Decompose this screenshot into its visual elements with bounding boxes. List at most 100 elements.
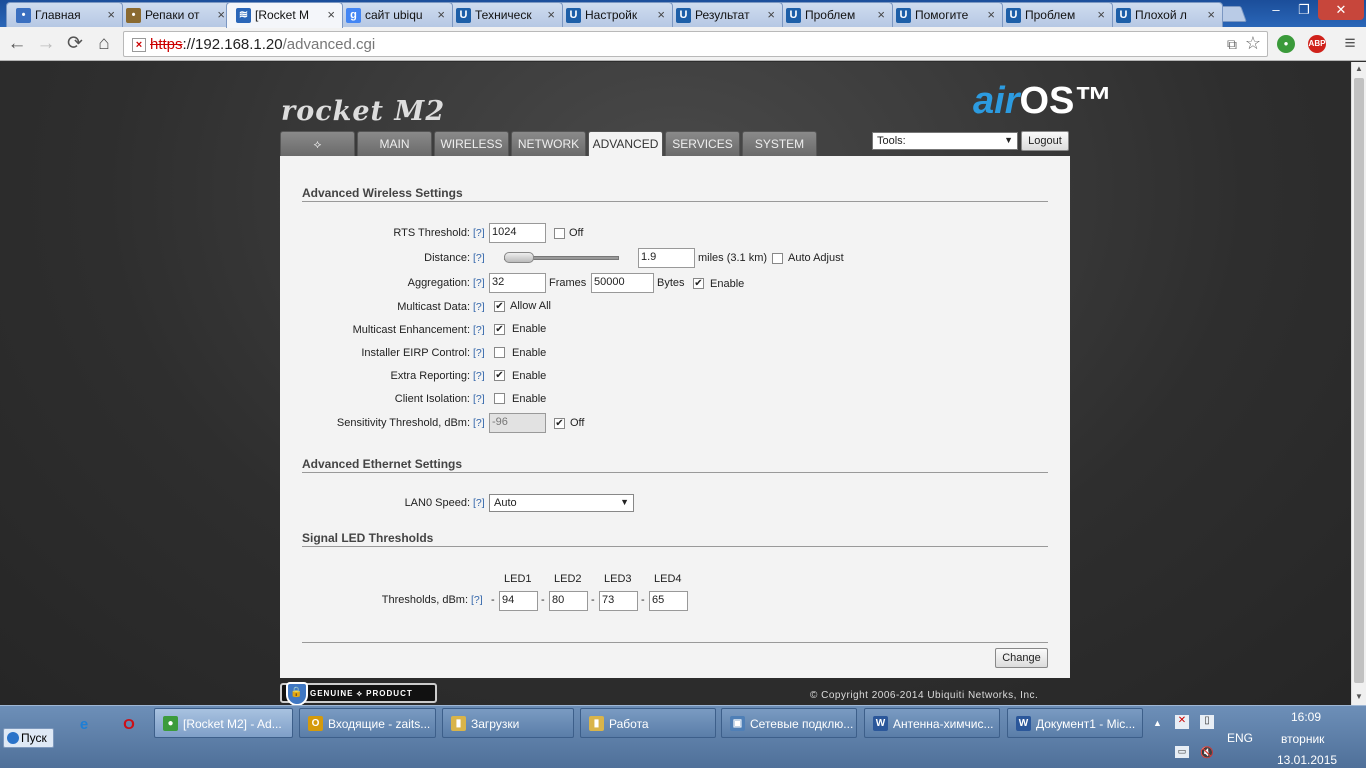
ie-icon[interactable]: e bbox=[74, 715, 94, 735]
browser-tab[interactable]: • Репаки от × bbox=[116, 2, 233, 27]
close-tab-icon[interactable]: × bbox=[547, 7, 555, 22]
usb-device-icon[interactable]: ▯ bbox=[1200, 715, 1214, 729]
browser-tab[interactable]: ≋ [Rocket M × bbox=[226, 2, 343, 28]
reload-button[interactable]: ⟳ bbox=[63, 32, 87, 56]
browser-tab[interactable]: U Результат × bbox=[666, 2, 783, 27]
scrollbar-thumb[interactable] bbox=[1354, 78, 1364, 683]
opera-icon[interactable]: O bbox=[119, 715, 139, 735]
help-link[interactable]: [?] bbox=[473, 227, 485, 239]
scroll-down-icon[interactable]: ▼ bbox=[1355, 692, 1363, 701]
help-link[interactable]: [?] bbox=[473, 252, 485, 264]
help-link[interactable]: [?] bbox=[473, 324, 485, 336]
taskbar-item[interactable]: ▣ Сетевые подклю... bbox=[721, 708, 857, 738]
nav-tab-services[interactable]: SERVICES bbox=[665, 131, 740, 156]
start-button[interactable]: Пуск bbox=[3, 728, 54, 748]
minimize-button[interactable]: – bbox=[1262, 0, 1290, 20]
extension-icon[interactable]: ● bbox=[1277, 35, 1295, 53]
browser-tab[interactable]: U Помогите × bbox=[886, 2, 1003, 27]
ubiquiti-logo-icon[interactable]: ⟡ bbox=[280, 131, 355, 156]
rts-off-checkbox[interactable] bbox=[554, 228, 565, 239]
nav-tab-advanced[interactable]: ADVANCED bbox=[588, 131, 663, 157]
maximize-button[interactable]: ❐ bbox=[1290, 0, 1318, 20]
aggregation-enable-checkbox[interactable]: ✔ bbox=[693, 278, 704, 289]
installer-eirp-checkbox[interactable] bbox=[494, 347, 505, 358]
home-button[interactable]: ⌂ bbox=[92, 32, 116, 56]
url-text[interactable]: https://192.168.1.20/advanced.cgi bbox=[150, 36, 375, 53]
close-tab-icon[interactable]: × bbox=[107, 7, 115, 22]
help-link[interactable]: [?] bbox=[473, 497, 485, 509]
close-tab-icon[interactable]: × bbox=[217, 7, 225, 22]
distance-input[interactable]: 1.9 bbox=[638, 248, 695, 268]
led3-input[interactable]: 73 bbox=[599, 591, 638, 611]
multicast-allow-all-checkbox[interactable]: ✔ bbox=[494, 301, 505, 312]
close-tab-icon[interactable]: × bbox=[657, 7, 665, 22]
address-bar[interactable]: × https://192.168.1.20/advanced.cgi ⧉ ☆ bbox=[123, 31, 1268, 57]
help-link[interactable]: [?] bbox=[473, 277, 485, 289]
chrome-menu-button[interactable]: ≡ bbox=[1338, 32, 1362, 56]
volume-muted-icon[interactable]: 🔇 bbox=[1200, 746, 1214, 759]
help-link[interactable]: [?] bbox=[473, 301, 485, 313]
back-button[interactable]: ← bbox=[5, 32, 29, 56]
translate-icon[interactable]: ⧉ bbox=[1227, 36, 1237, 53]
taskbar-item[interactable]: ▮ Работа bbox=[580, 708, 716, 738]
taskbar-item[interactable]: О Входящие - zaits... bbox=[299, 708, 436, 738]
help-link[interactable]: [?] bbox=[473, 393, 485, 405]
browser-tab[interactable]: U Техническ × bbox=[446, 2, 563, 27]
browser-tab[interactable]: g сайт ubiqu × bbox=[336, 2, 453, 27]
close-tab-icon[interactable]: × bbox=[1097, 7, 1105, 22]
vertical-scrollbar[interactable]: ▲ ▼ bbox=[1351, 62, 1366, 705]
sensitivity-off-checkbox[interactable]: ✔ bbox=[554, 418, 565, 429]
nav-tab-network[interactable]: NETWORK bbox=[511, 131, 586, 156]
change-button[interactable]: Change bbox=[995, 648, 1048, 668]
taskbar-item[interactable]: ● [Rocket M2] - Ad... bbox=[154, 708, 293, 738]
close-tab-icon[interactable]: × bbox=[877, 7, 885, 22]
close-window-button[interactable]: ✕ bbox=[1318, 0, 1364, 20]
client-isolation-checkbox[interactable] bbox=[494, 393, 505, 404]
close-tab-icon[interactable]: × bbox=[327, 7, 335, 22]
clock-time[interactable]: 16:09 bbox=[1291, 710, 1321, 724]
insecure-lock-icon[interactable]: × bbox=[132, 38, 146, 52]
lan0-speed-select[interactable]: Auto ▼ bbox=[489, 494, 634, 512]
distance-slider-handle[interactable] bbox=[504, 252, 534, 263]
adblock-plus-icon[interactable]: ABP bbox=[1308, 35, 1326, 53]
aggregation-bytes-input[interactable]: 50000 bbox=[591, 273, 654, 293]
monitor-icon[interactable]: ▭ bbox=[1175, 746, 1189, 758]
forward-button[interactable]: → bbox=[34, 32, 58, 56]
close-tab-icon[interactable]: × bbox=[1207, 7, 1215, 22]
nav-tab-wireless[interactable]: WIRELESS bbox=[434, 131, 509, 156]
clock-date[interactable]: 13.01.2015 bbox=[1277, 753, 1337, 767]
aggregation-frames-input[interactable]: 32 bbox=[489, 273, 546, 293]
extra-reporting-checkbox[interactable]: ✔ bbox=[494, 370, 505, 381]
browser-tab[interactable]: U Настройк × bbox=[556, 2, 673, 27]
taskbar-item[interactable]: W Документ1 - Mic... bbox=[1007, 708, 1143, 738]
nav-tab-system[interactable]: SYSTEM bbox=[742, 131, 817, 156]
help-link[interactable]: [?] bbox=[473, 417, 485, 429]
led2-input[interactable]: 80 bbox=[549, 591, 588, 611]
logout-button[interactable]: Logout bbox=[1021, 131, 1069, 151]
tray-expand-icon[interactable]: ▲ bbox=[1153, 718, 1162, 728]
scroll-up-icon[interactable]: ▲ bbox=[1355, 64, 1363, 73]
close-tab-icon[interactable]: × bbox=[437, 7, 445, 22]
help-link[interactable]: [?] bbox=[471, 594, 483, 606]
browser-tab[interactable]: U Проблем × bbox=[996, 2, 1113, 27]
help-link[interactable]: [?] bbox=[473, 370, 485, 382]
tools-select[interactable]: Tools: ▼ bbox=[872, 132, 1018, 150]
help-link[interactable]: [?] bbox=[473, 347, 485, 359]
language-indicator[interactable]: ENG bbox=[1227, 731, 1253, 745]
bookmark-star-icon[interactable]: ☆ bbox=[1245, 33, 1261, 54]
taskbar-item[interactable]: W Антенна-химчис... bbox=[864, 708, 1000, 738]
taskbar-item[interactable]: ▮ Загрузки bbox=[442, 708, 574, 738]
nav-tab-main[interactable]: MAIN bbox=[357, 131, 432, 156]
clock-day[interactable]: вторник bbox=[1281, 732, 1324, 746]
network-error-icon[interactable]: ✕ bbox=[1175, 715, 1189, 729]
close-tab-icon[interactable]: × bbox=[987, 7, 995, 22]
browser-tab[interactable]: U Плохой л × bbox=[1106, 2, 1223, 27]
multicast-enhancement-checkbox[interactable]: ✔ bbox=[494, 324, 505, 335]
browser-tab[interactable]: • Главная × bbox=[6, 2, 123, 27]
auto-adjust-checkbox[interactable] bbox=[772, 253, 783, 264]
close-tab-icon[interactable]: × bbox=[767, 7, 775, 22]
browser-tab[interactable]: U Проблем × bbox=[776, 2, 893, 27]
rts-threshold-input[interactable]: 1024 bbox=[489, 223, 546, 243]
sensitivity-threshold-input[interactable]: -96 bbox=[489, 413, 546, 433]
led4-input[interactable]: 65 bbox=[649, 591, 688, 611]
